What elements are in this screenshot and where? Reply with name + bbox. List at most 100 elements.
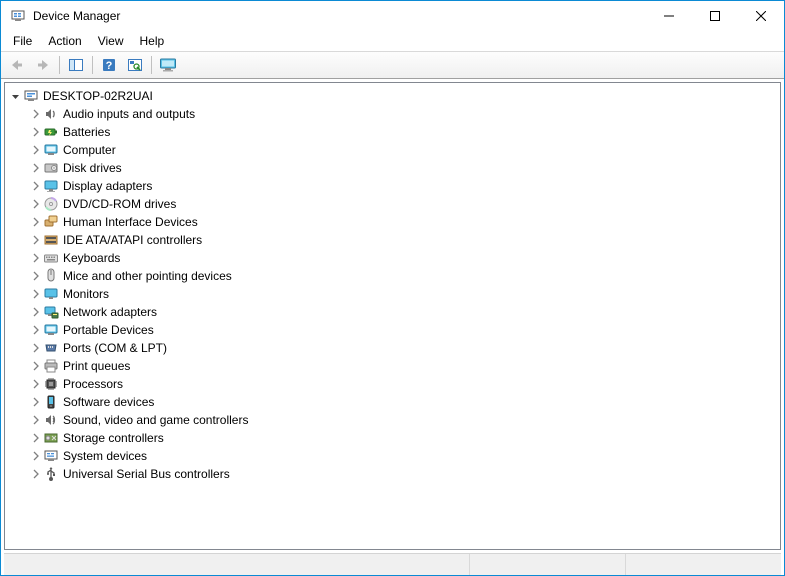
chevron-right-icon[interactable] — [29, 215, 43, 229]
tree-item[interactable]: Disk drives — [7, 159, 780, 177]
tree-item-label: Human Interface Devices — [62, 215, 198, 229]
tree-item-label: Disk drives — [62, 161, 122, 175]
toolbar: ? — [1, 51, 784, 79]
tree-item[interactable]: DVD/CD-ROM drives — [7, 195, 780, 213]
chevron-down-icon[interactable] — [9, 89, 23, 103]
tree-item-label: Audio inputs and outputs — [62, 107, 195, 121]
device-tree-pane[interactable]: DESKTOP-02R2UAI Audio inputs and outputs B… — [4, 82, 781, 550]
tree-item[interactable]: Portable Devices — [7, 321, 780, 339]
statusbar — [4, 553, 781, 575]
forward-button[interactable] — [31, 54, 55, 76]
cpu-icon — [43, 376, 59, 392]
back-button[interactable] — [5, 54, 29, 76]
menu-help[interactable]: Help — [132, 32, 173, 50]
chevron-right-icon[interactable] — [29, 251, 43, 265]
tree-item-label: Processors — [62, 377, 123, 391]
chevron-right-icon[interactable] — [29, 287, 43, 301]
keyboard-icon — [43, 250, 59, 266]
chevron-right-icon[interactable] — [29, 125, 43, 139]
tree-item[interactable]: Processors — [7, 375, 780, 393]
app-icon — [9, 7, 27, 25]
dvd-icon — [43, 196, 59, 212]
chevron-right-icon[interactable] — [29, 323, 43, 337]
monitor-icon — [159, 57, 177, 73]
tree-item-label: Monitors — [62, 287, 109, 301]
chevron-right-icon[interactable] — [29, 143, 43, 157]
tree-item[interactable]: Network adapters — [7, 303, 780, 321]
tree-item[interactable]: Print queues — [7, 357, 780, 375]
chevron-right-icon[interactable] — [29, 161, 43, 175]
software-icon — [43, 394, 59, 410]
maximize-button[interactable] — [692, 1, 738, 31]
chevron-right-icon[interactable] — [29, 341, 43, 355]
tree-item-label: System devices — [62, 449, 147, 463]
chevron-right-icon[interactable] — [29, 233, 43, 247]
help-button[interactable]: ? — [97, 54, 121, 76]
tree-item[interactable]: Audio inputs and outputs — [7, 105, 780, 123]
status-cell — [4, 554, 469, 575]
scan-hardware-button[interactable] — [123, 54, 147, 76]
menu-view[interactable]: View — [90, 32, 132, 50]
printer-icon — [43, 358, 59, 374]
tree-item-label: Software devices — [62, 395, 154, 409]
tree-item[interactable]: Keyboards — [7, 249, 780, 267]
tree-item[interactable]: Sound, video and game controllers — [7, 411, 780, 429]
tree-item-label: Display adapters — [62, 179, 152, 193]
chevron-right-icon[interactable] — [29, 413, 43, 427]
tree-item-label: DVD/CD-ROM drives — [62, 197, 176, 211]
tree-item[interactable]: System devices — [7, 447, 780, 465]
toolbar-separator — [59, 56, 60, 74]
display-icon — [43, 178, 59, 194]
disk-icon — [43, 160, 59, 176]
tree-item[interactable]: Storage controllers — [7, 429, 780, 447]
monitor-icon — [43, 286, 59, 302]
tree-item[interactable]: Display adapters — [7, 177, 780, 195]
tree-item-label: Keyboards — [62, 251, 120, 265]
chevron-right-icon[interactable] — [29, 269, 43, 283]
chevron-right-icon[interactable] — [29, 467, 43, 481]
tree-item[interactable]: Human Interface Devices — [7, 213, 780, 231]
tree-item-label: Sound, video and game controllers — [62, 413, 248, 427]
toolbar-separator — [92, 56, 93, 74]
computer-icon — [23, 88, 39, 104]
show-hide-console-tree-button[interactable] — [64, 54, 88, 76]
chevron-right-icon[interactable] — [29, 197, 43, 211]
close-button[interactable] — [738, 1, 784, 31]
tree-item[interactable]: Mice and other pointing devices — [7, 267, 780, 285]
ide-icon — [43, 232, 59, 248]
tree-item-label: Mice and other pointing devices — [62, 269, 232, 283]
tree-root[interactable]: DESKTOP-02R2UAI — [7, 87, 780, 105]
chevron-right-icon[interactable] — [29, 179, 43, 193]
chevron-right-icon[interactable] — [29, 107, 43, 121]
chevron-right-icon[interactable] — [29, 395, 43, 409]
menubar: File Action View Help — [1, 31, 784, 51]
tree-root-label: DESKTOP-02R2UAI — [42, 89, 153, 103]
tree-item-label: Ports (COM & LPT) — [62, 341, 167, 355]
chevron-right-icon[interactable] — [29, 377, 43, 391]
help-icon: ? — [101, 57, 117, 73]
tree-item[interactable]: Ports (COM & LPT) — [7, 339, 780, 357]
tree-item-label: Print queues — [62, 359, 130, 373]
tree-item[interactable]: Computer — [7, 141, 780, 159]
chevron-right-icon[interactable] — [29, 359, 43, 373]
tree-item[interactable]: Software devices — [7, 393, 780, 411]
tree-item-label: Storage controllers — [62, 431, 164, 445]
chevron-right-icon[interactable] — [29, 431, 43, 445]
sound-icon — [43, 412, 59, 428]
chevron-right-icon[interactable] — [29, 305, 43, 319]
status-cell — [625, 554, 781, 575]
devices-and-printers-button[interactable] — [156, 54, 180, 76]
svg-text:?: ? — [106, 60, 113, 72]
battery-icon — [43, 124, 59, 140]
portable-icon — [43, 322, 59, 338]
device-manager-window: Device Manager File Action View Help — [0, 0, 785, 576]
chevron-right-icon[interactable] — [29, 449, 43, 463]
tree-item[interactable]: IDE ATA/ATAPI controllers — [7, 231, 780, 249]
tree-item[interactable]: Batteries — [7, 123, 780, 141]
tree-item[interactable]: Monitors — [7, 285, 780, 303]
minimize-button[interactable] — [646, 1, 692, 31]
tree-item[interactable]: Universal Serial Bus controllers — [7, 465, 780, 483]
tree-item-label: Batteries — [62, 125, 110, 139]
menu-file[interactable]: File — [5, 32, 40, 50]
menu-action[interactable]: Action — [40, 32, 89, 50]
